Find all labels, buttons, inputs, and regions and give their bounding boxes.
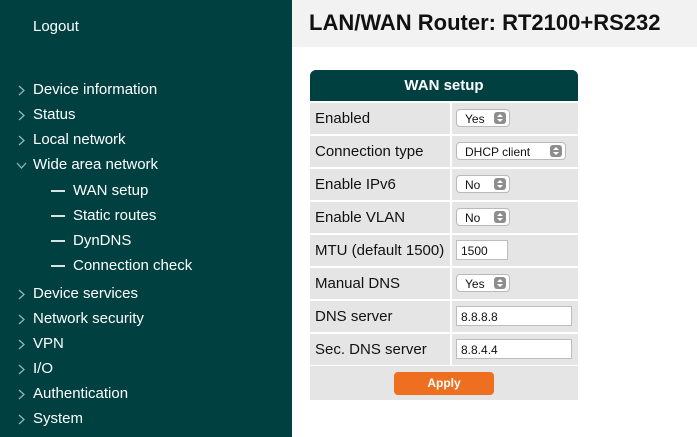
sidebar-item-device-information[interactable]: Device information [0,78,292,103]
wan-setup-panel: WAN setup Enabled Yes Connection type DH… [310,70,578,400]
sidebar-subitem-wan-setup[interactable]: WAN setup [0,179,292,204]
enable-ipv6-select-value: No [465,178,481,192]
sidebar-subitem-connection-check[interactable]: Connection check [0,254,292,279]
sidebar-item-device-services[interactable]: Device services [0,282,292,307]
sidebar-item-label: Status [33,106,76,123]
enable-vlan-row: Enable VLAN No [310,202,578,233]
chevron-right-icon [18,85,25,96]
column-divider [450,103,452,134]
sidebar-item-label: Wide area network [33,156,159,173]
sidebar-item-label: System [33,410,84,427]
dash-icon [51,215,65,217]
sidebar-item-network-security[interactable]: Network security [0,307,292,332]
sidebar-subitem-label: Static routes [73,207,157,224]
connection-type-select-value: DHCP client [465,145,531,159]
sec-dns-server-label: Sec. DNS server [315,341,427,358]
chevron-right-icon [18,414,25,425]
dns-server-input[interactable]: 8.8.8.8 [456,306,572,326]
logout-link[interactable]: Logout [33,18,79,35]
sidebar-subitem-label: WAN setup [73,182,149,199]
column-divider [450,301,452,332]
sidebar-item-label: Authentication [33,385,129,402]
sec-dns-server-input[interactable]: 8.8.4.4 [456,339,572,359]
chevron-down-icon [16,162,27,169]
sidebar-item-local-network[interactable]: Local network [0,128,292,153]
updown-icon [550,145,562,157]
sidebar-item-label: VPN [33,335,64,352]
page-header: LAN/WAN Router: RT2100+RS232 [292,0,697,47]
column-divider [450,235,452,266]
sidebar-item-wide-area-network[interactable]: Wide area network [0,153,292,178]
enable-ipv6-select[interactable]: No [456,175,510,193]
sidebar-subitem-dyndns[interactable]: DynDNS [0,229,292,254]
manual-dns-row: Manual DNS Yes [310,268,578,299]
connection-type-label: Connection type [315,143,424,160]
sec-dns-server-row: Sec. DNS server 8.8.4.4 [310,334,578,365]
panel-title: WAN setup [310,70,578,101]
sidebar-item-label: I/O [33,360,54,377]
manual-dns-label: Manual DNS [315,275,401,292]
updown-icon [494,178,506,190]
sidebar: Logout Device information Status Local n… [0,0,292,437]
enable-vlan-select-value: No [465,211,481,225]
enable-vlan-label: Enable VLAN [315,209,406,226]
dash-icon [51,265,65,267]
connection-type-select[interactable]: DHCP client [456,142,566,160]
sidebar-item-status[interactable]: Status [0,103,292,128]
enabled-row: Enabled Yes [310,103,578,134]
mtu-input[interactable]: 1500 [456,240,508,260]
chevron-right-icon [18,289,25,300]
chevron-right-icon [18,314,25,325]
column-divider [450,136,452,167]
sidebar-subitem-label: Connection check [73,257,193,274]
sidebar-item-io[interactable]: I/O [0,357,292,382]
enabled-select-value: Yes [465,112,485,126]
enable-vlan-select[interactable]: No [456,208,510,226]
sidebar-item-system[interactable]: System [0,407,292,432]
sidebar-item-label: Device information [33,81,158,98]
apply-button[interactable]: Apply [394,372,494,395]
page-title: LAN/WAN Router: RT2100+RS232 [309,10,661,35]
column-divider [450,334,452,365]
chevron-right-icon [18,339,25,350]
sidebar-item-vpn[interactable]: VPN [0,332,292,357]
chevron-right-icon [18,135,25,146]
sidebar-subitem-label: DynDNS [73,232,132,249]
chevron-right-icon [18,110,25,121]
manual-dns-select[interactable]: Yes [456,274,510,292]
enable-ipv6-label: Enable IPv6 [315,176,396,193]
column-divider [450,268,452,299]
dns-server-row: DNS server 8.8.8.8 [310,301,578,332]
button-row: Apply [310,366,578,400]
sidebar-item-label: Network security [33,310,144,327]
sidebar-item-label: Device services [33,285,139,302]
enable-ipv6-row: Enable IPv6 No [310,169,578,200]
mtu-row: MTU (default 1500) 1500 [310,235,578,266]
sidebar-item-label: Local network [33,131,126,148]
manual-dns-select-value: Yes [465,277,485,291]
mtu-label: MTU (default 1500) [315,242,445,259]
column-divider [450,169,452,200]
dns-server-label: DNS server [315,308,393,325]
updown-icon [494,211,506,223]
updown-icon [494,277,506,289]
enabled-select[interactable]: Yes [456,109,510,127]
enabled-label: Enabled [315,110,371,127]
chevron-right-icon [18,389,25,400]
sidebar-item-authentication[interactable]: Authentication [0,382,292,407]
chevron-right-icon [18,364,25,375]
updown-icon [494,112,506,124]
connection-type-row: Connection type DHCP client [310,136,578,167]
dash-icon [51,240,65,242]
sidebar-subitem-static-routes[interactable]: Static routes [0,204,292,229]
dash-icon [51,190,65,192]
column-divider [450,202,452,233]
